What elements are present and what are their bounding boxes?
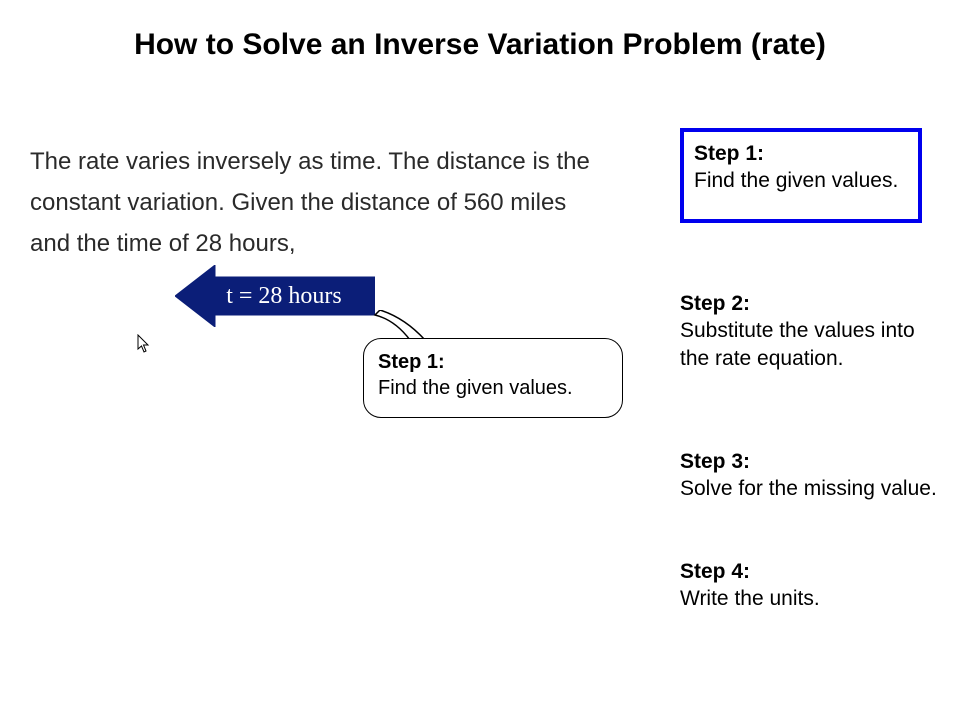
callout-arrow: t = 28 hours	[175, 265, 375, 327]
page-title: How to Solve an Inverse Variation Proble…	[0, 28, 960, 62]
arrow-label: t = 28 hours	[175, 265, 375, 327]
step-3-body: Solve for the missing value.	[680, 477, 937, 500]
mouse-cursor-icon	[137, 334, 153, 354]
step-4-box: Step 4: Write the units.	[680, 558, 940, 613]
step-4-body: Write the units.	[680, 587, 820, 610]
speech-bubble: Step 1: Find the given values.	[363, 338, 623, 418]
step-2-heading: Step 2:	[680, 292, 750, 315]
step-3-heading: Step 3:	[680, 450, 750, 473]
step-1-box: Step 1: Find the given values.	[680, 128, 922, 223]
step-4-heading: Step 4:	[680, 560, 750, 583]
step-3-box: Step 3: Solve for the missing value.	[680, 448, 940, 503]
problem-statement: The rate varies inversely as time. The d…	[30, 142, 590, 264]
step-2-box: Step 2: Substitute the values into the r…	[680, 290, 940, 372]
step-1-heading: Step 1:	[694, 142, 764, 165]
step-1-body: Find the given values.	[694, 169, 898, 192]
bubble-heading: Step 1:	[378, 351, 445, 373]
step-2-body: Substitute the values into the rate equa…	[680, 319, 915, 369]
bubble-body: Find the given values.	[378, 377, 573, 399]
